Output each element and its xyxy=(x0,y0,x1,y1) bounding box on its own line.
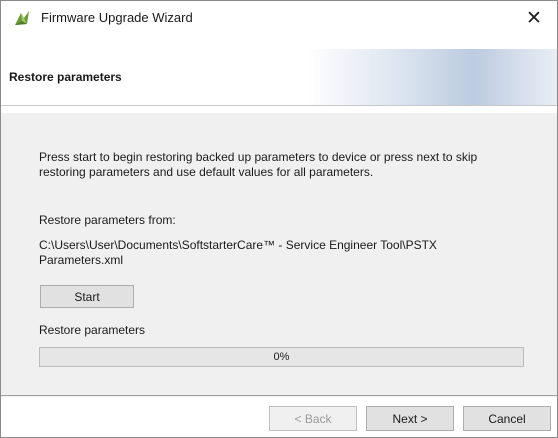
progress-label: Restore parameters xyxy=(39,323,146,337)
cancel-button[interactable]: Cancel xyxy=(463,406,551,431)
title-bar: Firmware Upgrade Wizard ✕ xyxy=(1,1,557,35)
wizard-app-icon xyxy=(15,11,29,25)
close-icon: ✕ xyxy=(526,7,542,29)
restore-from-label: Restore parameters from: xyxy=(39,213,176,227)
instructions-text: Press start to begin restoring backed up… xyxy=(39,150,478,179)
back-button[interactable]: < Back xyxy=(269,406,357,431)
restore-progress-bar: 0% xyxy=(39,347,524,367)
close-button[interactable]: ✕ xyxy=(511,1,557,35)
restore-file-path: C:\Users\User\Documents\SoftstarterCare™… xyxy=(39,238,437,267)
start-button[interactable]: Start xyxy=(40,285,134,308)
window-title: Firmware Upgrade Wizard xyxy=(41,10,193,25)
next-button[interactable]: Next > xyxy=(366,406,454,431)
header-divider xyxy=(1,105,557,106)
wizard-header: Restore parameters xyxy=(1,49,557,105)
footer-divider xyxy=(1,395,557,396)
wizard-window: Firmware Upgrade Wizard ✕ Restore parame… xyxy=(0,0,558,438)
page-title: Restore parameters xyxy=(9,70,122,84)
progress-percent: 0% xyxy=(273,351,290,363)
